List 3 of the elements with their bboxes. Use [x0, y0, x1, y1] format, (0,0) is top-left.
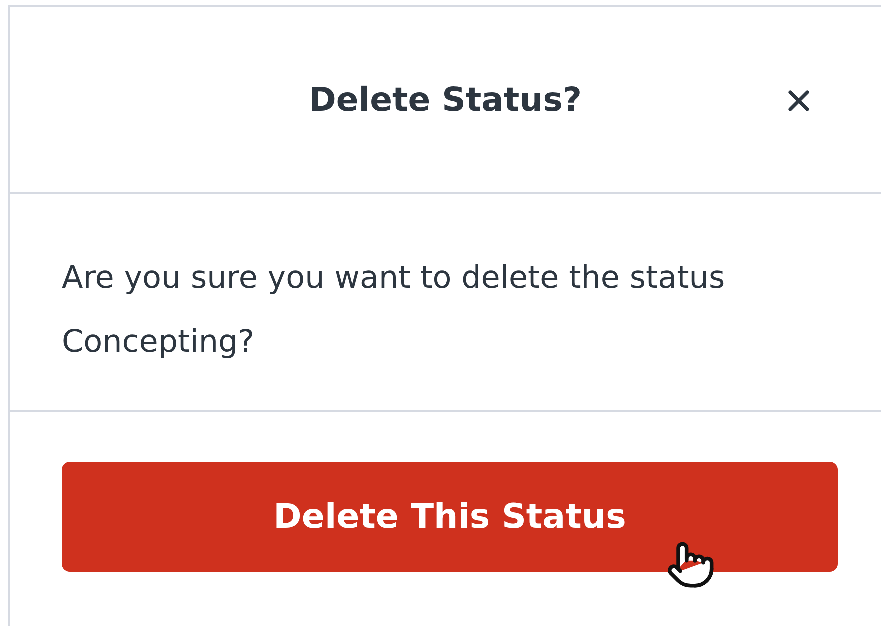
- confirmation-message: Are you sure you want to delete the status Concepting?: [62, 259, 726, 362]
- delete-button[interactable]: Delete This Status: [62, 462, 838, 572]
- dialog-title: Delete Status?: [309, 80, 582, 119]
